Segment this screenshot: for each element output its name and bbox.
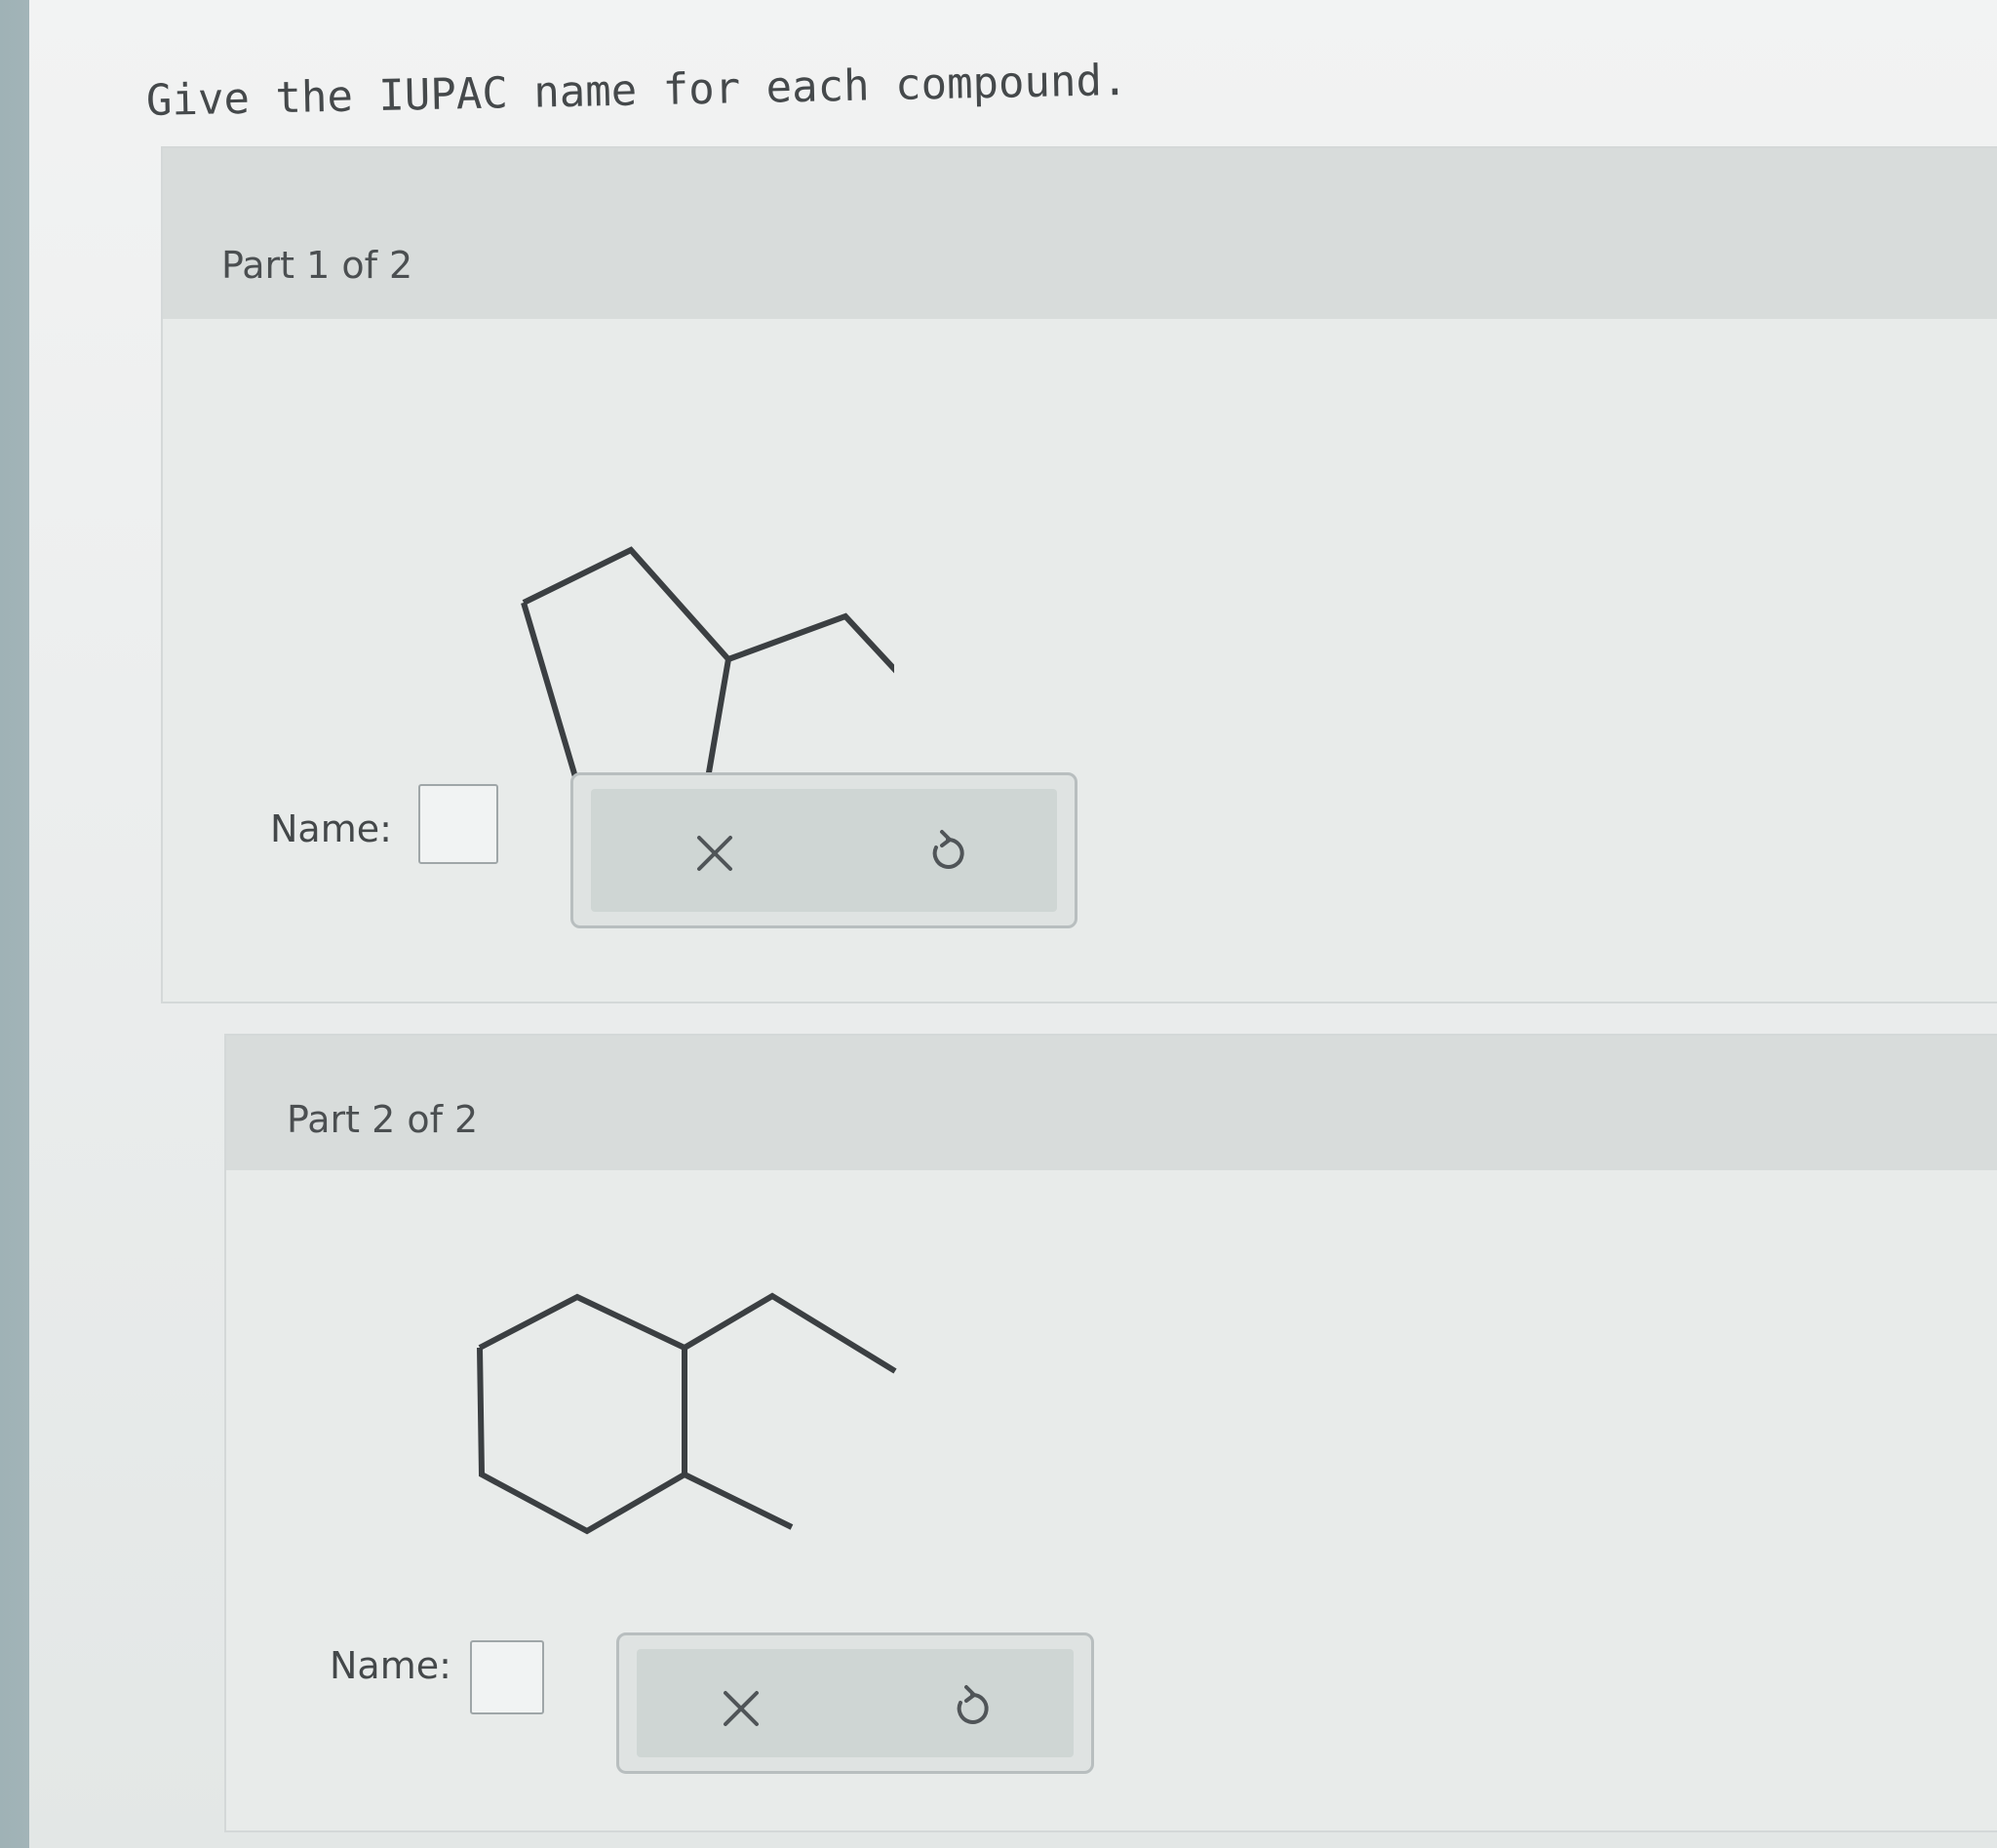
part-2-reset-button[interactable] — [941, 1679, 999, 1738]
part-1-panel: Part 1 of 2 Name: — [161, 146, 1997, 1003]
methyl-substituent — [683, 1472, 794, 1530]
part-2-action-box — [616, 1632, 1094, 1774]
part-1-name-label: Name: — [270, 807, 392, 850]
ethyl-substituent — [726, 612, 894, 674]
part-1-action-box — [570, 772, 1077, 928]
part-1-name-input[interactable] — [418, 784, 498, 864]
part-2-header — [226, 1036, 1997, 1170]
x-icon — [724, 1691, 759, 1726]
ethyl-substituent — [683, 1292, 897, 1374]
x-icon — [697, 836, 732, 871]
part-2-name-label: Name: — [330, 1644, 451, 1687]
part-1-clear-button[interactable] — [685, 824, 744, 883]
part-1-reset-button[interactable] — [917, 824, 975, 883]
part-1-title: Part 1 of 2 — [221, 244, 413, 287]
cyclohexane-ring — [477, 1293, 687, 1535]
part-2-panel: Part 2 of 2 Name: — [224, 1034, 1997, 1832]
cyclopentane-ring — [521, 546, 732, 809]
part-2-title: Part 2 of 2 — [287, 1098, 479, 1141]
part-2-molecule — [477, 1292, 897, 1535]
part-1-header — [163, 148, 1997, 319]
part-2-name-input[interactable] — [470, 1640, 544, 1714]
part-2-action-bar — [637, 1649, 1074, 1757]
undo-icon — [932, 830, 964, 869]
undo-icon — [957, 1685, 989, 1724]
part-1-action-bar — [591, 789, 1057, 912]
part-2-clear-button[interactable] — [712, 1679, 770, 1738]
